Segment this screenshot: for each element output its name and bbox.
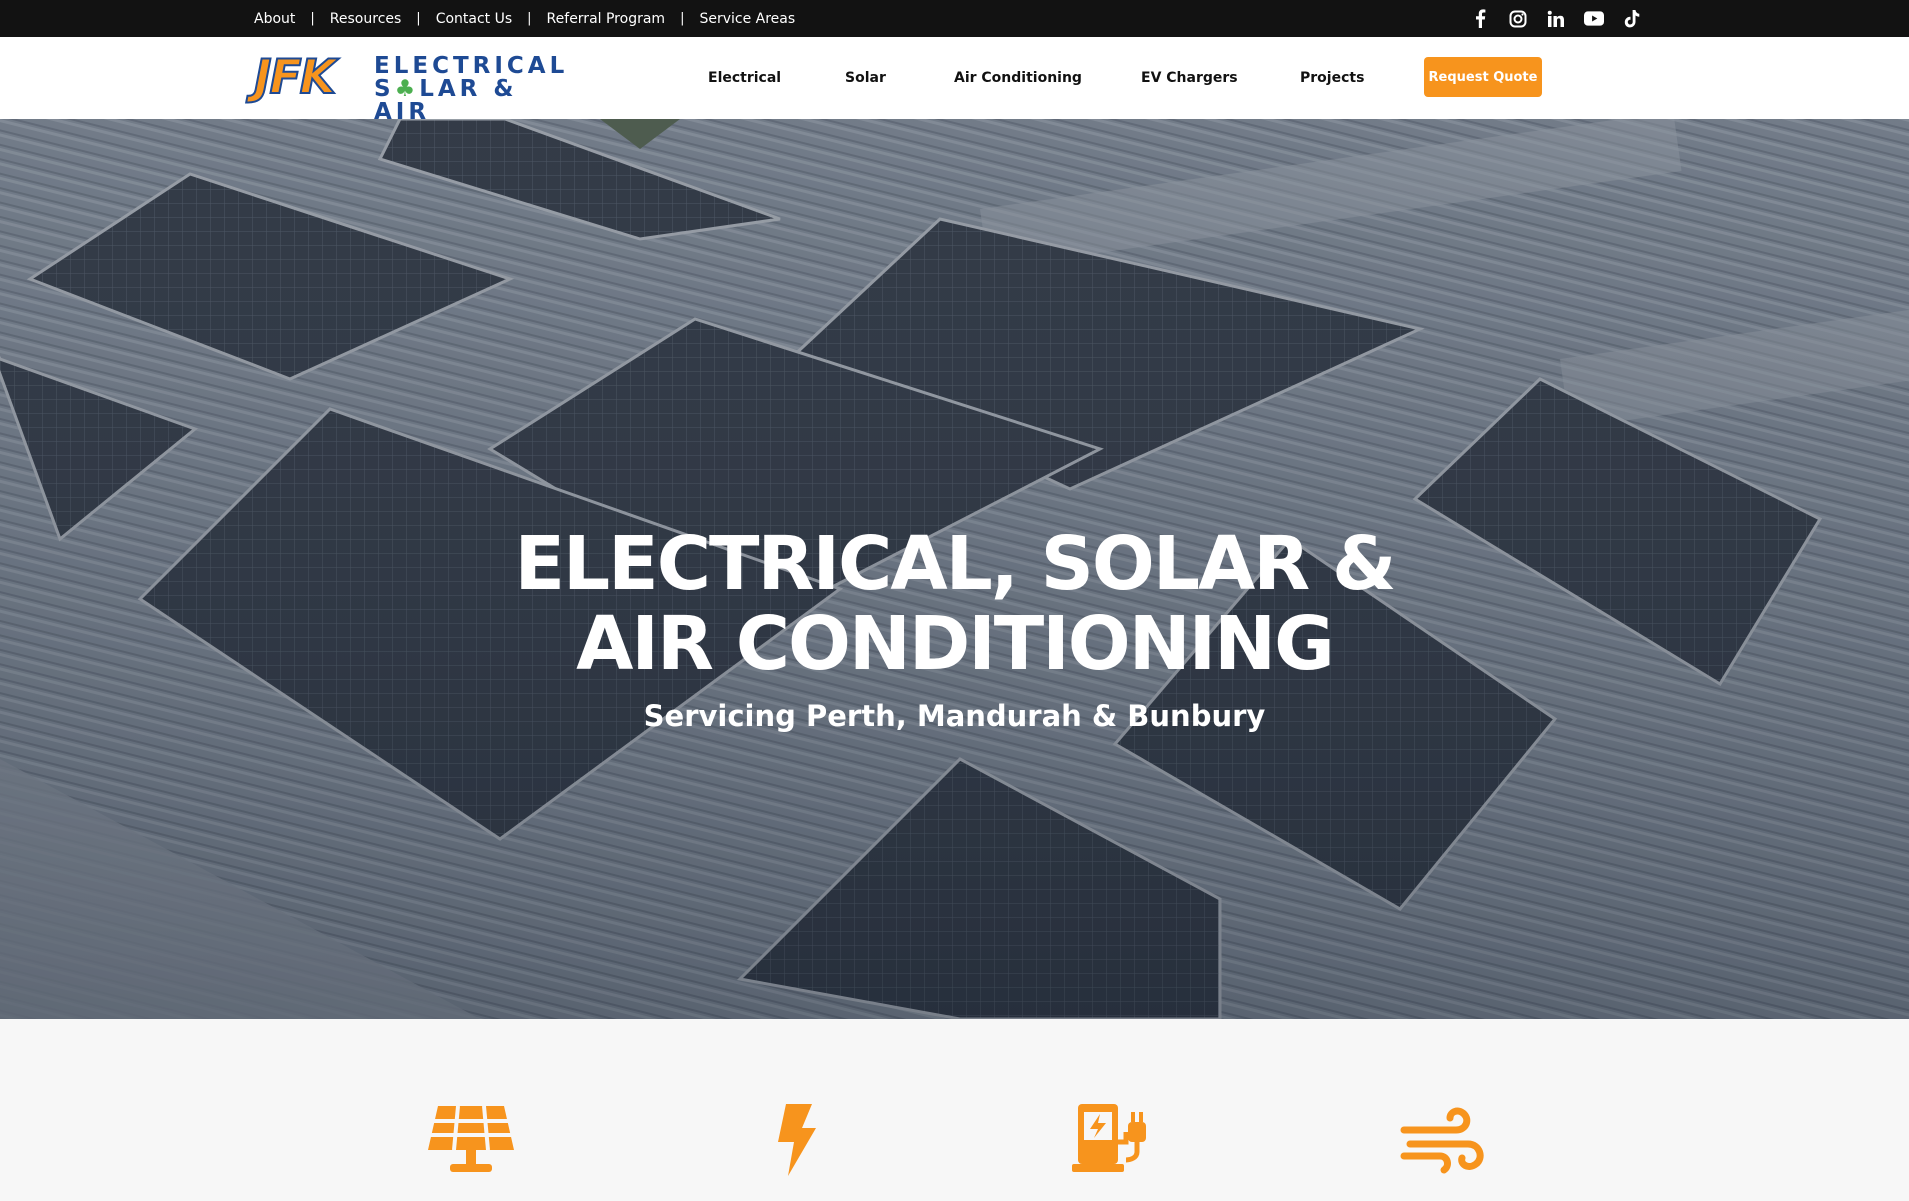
instagram-icon[interactable] [1508, 9, 1528, 29]
nav-solar[interactable]: Solar [845, 37, 886, 119]
top-bar: About | Resources | Contact Us | Referra… [0, 0, 1909, 37]
lightning-bolt-icon[interactable] [750, 1102, 840, 1180]
nav-electrical[interactable]: Electrical [708, 37, 781, 119]
separator: | [680, 11, 685, 26]
separator: | [527, 11, 532, 26]
separator: | [416, 11, 421, 26]
top-links: About | Resources | Contact Us | Referra… [254, 0, 795, 37]
top-link-resources[interactable]: Resources [330, 11, 402, 27]
hero-banner: ELECTRICAL, SOLAR & AIR CONDITIONING Ser… [0, 119, 1909, 1019]
hero-subtitle: Servicing Perth, Mandurah & Bunbury [643, 699, 1266, 733]
hero-title-line-1: ELECTRICAL, SOLAR & [514, 521, 1396, 607]
wind-icon[interactable] [1400, 1102, 1490, 1180]
nav-ev-chargers[interactable]: EV Chargers [1141, 37, 1238, 119]
main-nav: Electrical Solar Air Conditioning EV Cha… [0, 37, 1909, 119]
hero-title-line-2: AIR CONDITIONING [576, 601, 1335, 687]
site-header: JFK ELECTRICAL S♣LAR & AIR Electrical So… [0, 37, 1909, 124]
youtube-icon[interactable] [1584, 9, 1604, 29]
social-links [1470, 0, 1642, 37]
ev-charger-icon[interactable] [1070, 1102, 1160, 1180]
linkedin-icon[interactable] [1546, 9, 1566, 29]
facebook-icon[interactable] [1470, 9, 1490, 29]
request-quote-button[interactable]: Request Quote [1424, 57, 1542, 97]
top-link-service-areas[interactable]: Service Areas [699, 11, 795, 27]
separator: | [310, 11, 315, 26]
nav-projects[interactable]: Projects [1300, 37, 1364, 119]
tiktok-icon[interactable] [1622, 9, 1642, 29]
services-strip [0, 1019, 1909, 1201]
top-link-contact[interactable]: Contact Us [436, 11, 512, 27]
top-link-referral[interactable]: Referral Program [547, 11, 666, 27]
nav-air-conditioning[interactable]: Air Conditioning [954, 37, 1082, 119]
hero-title: ELECTRICAL, SOLAR & AIR CONDITIONING [0, 524, 1909, 684]
top-link-about[interactable]: About [254, 11, 295, 27]
solar-panel-icon[interactable] [426, 1102, 516, 1180]
